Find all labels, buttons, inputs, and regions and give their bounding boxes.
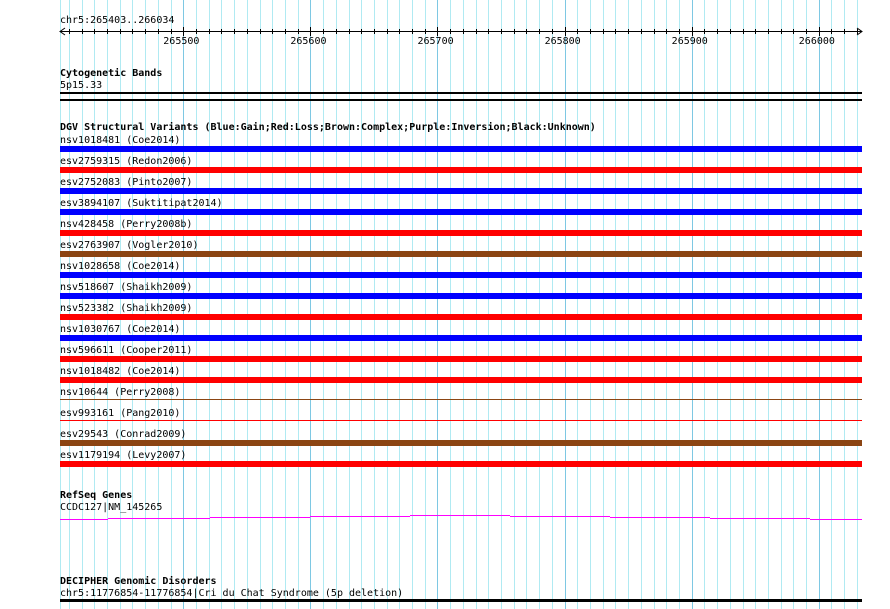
refseq-gene-line[interactable]: [0, 0, 890, 609]
decipher-track-title[interactable]: DECIPHER Genomic Disorders: [60, 576, 217, 587]
decipher-region-label[interactable]: chr5:11776854-11776854|Cri du Chat Syndr…: [60, 588, 403, 599]
decipher-region-bar[interactable]: [60, 599, 862, 602]
